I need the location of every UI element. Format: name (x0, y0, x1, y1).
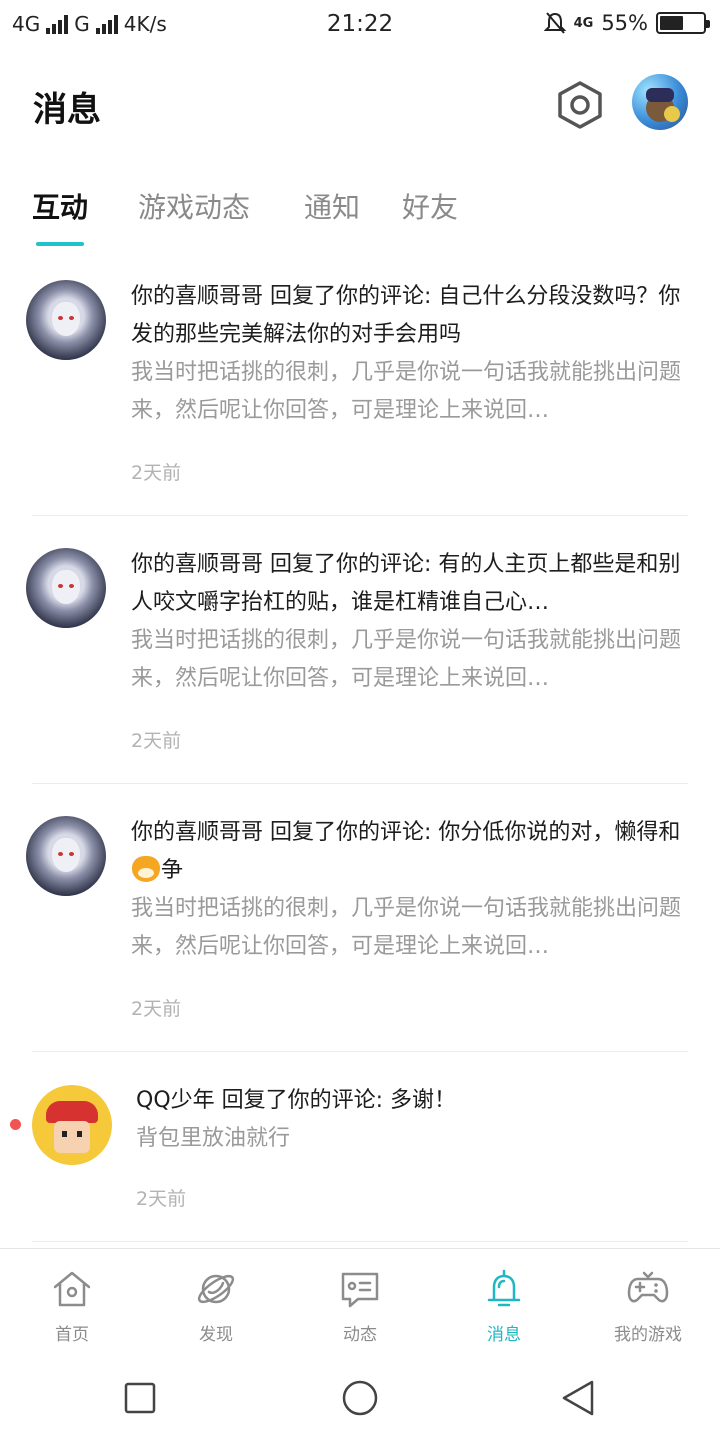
battery-icon (656, 12, 710, 34)
gamepad-icon (627, 1271, 669, 1303)
message-preview: 我当时把话挑的很刺，几乎是你说一句话我就能挑出问题来，然后呢让你回答，可是理论上… (131, 360, 682, 423)
square-icon (124, 1382, 156, 1414)
message-time: 2天前 (131, 998, 182, 1020)
message-headline: 你的喜顺哥哥 回复了你的评论: 你分低你说的对，懒得和争 (131, 814, 687, 890)
system-status: 4G 55% (543, 11, 710, 35)
message-preview: 我当时把话挑的很刺，几乎是你说一句话我就能挑出问题来，然后呢让你回答，可是理论上… (131, 628, 682, 691)
message-content: 你的喜顺哥哥 回复了你的评论: 有的人主页上都些是和别人咬文嚼字抬杠的贴，谁是杠… (131, 546, 687, 698)
message-headline: 你的喜顺哥哥 回复了你的评论: 有的人主页上都些是和别人咬文嚼字抬杠的贴，谁是杠… (131, 552, 681, 615)
nav-messages[interactable]: 消息 (432, 1249, 576, 1355)
nav-feed[interactable]: 动态 (288, 1249, 432, 1355)
battery-percent: 55% (601, 11, 648, 35)
tab-bar: 互动 游戏动态 通知 好友 (0, 180, 720, 250)
headline-text-end: 争 (161, 858, 184, 883)
nav-home[interactable]: 首页 (0, 1249, 144, 1355)
tab-notifications[interactable]: 通知 (304, 186, 360, 226)
message-content: 你的喜顺哥哥 回复了你的评论: 你分低你说的对，懒得和争 我当时把话挑的很刺，几… (131, 814, 687, 966)
hexagon-settings-icon (558, 81, 602, 129)
circle-icon (342, 1380, 378, 1416)
nav-label: 我的游戏 (614, 1325, 682, 1345)
network-type-3: 4G (573, 15, 594, 31)
bottom-nav: 首页 发现 动态 消息 我的游戏 (0, 1248, 720, 1354)
mute-bell-icon (543, 12, 566, 34)
message-item[interactable]: 你的喜顺哥哥 回复了你的评论: 有的人主页上都些是和别人咬文嚼字抬杠的贴，谁是杠… (0, 546, 720, 784)
message-item[interactable]: 你的喜顺哥哥 回复了你的评论: 自己什么分段没数吗？你发的那些完美解法你的对手会… (0, 278, 720, 516)
nav-discover[interactable]: 发现 (144, 1249, 288, 1355)
home-button[interactable] (330, 1368, 390, 1428)
message-time: 2天前 (131, 462, 182, 484)
bell-icon (487, 1269, 521, 1307)
page-title: 消息 (33, 90, 101, 130)
divider (32, 1241, 688, 1242)
divider (32, 1051, 688, 1052)
home-icon (53, 1271, 91, 1307)
divider (32, 783, 688, 784)
planet-icon (197, 1274, 235, 1304)
tab-game-updates[interactable]: 游戏动态 (138, 186, 250, 226)
system-navigation-bar (0, 1354, 720, 1440)
user-avatar[interactable] (632, 74, 688, 130)
back-button[interactable] (548, 1368, 608, 1428)
message-content: 你的喜顺哥哥 回复了你的评论: 自己什么分段没数吗？你发的那些完美解法你的对手会… (131, 278, 687, 430)
message-headline: 你的喜顺哥哥 回复了你的评论: 自己什么分段没数吗？你发的那些完美解法你的对手会… (131, 284, 681, 347)
tab-friends[interactable]: 好友 (402, 186, 458, 226)
message-time: 2天前 (131, 730, 182, 752)
message-time: 2天前 (136, 1188, 187, 1210)
recent-apps-button[interactable] (110, 1368, 170, 1428)
avatar-art (646, 88, 680, 122)
settings-button[interactable] (556, 80, 604, 130)
tab-interaction[interactable]: 互动 (32, 186, 88, 226)
nav-label: 首页 (55, 1325, 89, 1345)
message-content: QQ少年 回复了你的评论: 多谢！ 背包里放油就行 (136, 1082, 692, 1158)
nav-label: 发现 (199, 1325, 233, 1345)
dog-emoji-icon (132, 856, 160, 882)
feed-icon (341, 1272, 379, 1308)
nav-label: 消息 (487, 1325, 521, 1345)
sender-avatar[interactable] (32, 1085, 112, 1165)
message-item[interactable]: 你的喜顺哥哥 回复了你的评论: 你分低你说的对，懒得和争 我当时把话挑的很刺，几… (0, 814, 720, 1052)
headline-text: 你的喜顺哥哥 回复了你的评论: 你分低你说的对，懒得和 (131, 820, 681, 845)
status-bar: 4G G 4K/s 21:22 4G 55% (0, 0, 720, 50)
message-preview: 我当时把话挑的很刺，几乎是你说一句话我就能挑出问题来，然后呢让你回答，可是理论上… (131, 896, 682, 959)
divider (32, 515, 688, 516)
sender-avatar[interactable] (26, 816, 106, 896)
message-preview: 背包里放油就行 (136, 1126, 291, 1151)
message-item[interactable]: QQ少年 回复了你的评论: 多谢！ 背包里放油就行 2天前 (0, 1082, 720, 1242)
sender-avatar[interactable] (26, 280, 106, 360)
unread-dot (10, 1119, 21, 1130)
nav-my-games[interactable]: 我的游戏 (576, 1249, 720, 1355)
message-headline: QQ少年 回复了你的评论: 多谢！ (136, 1088, 457, 1113)
active-tab-indicator (36, 242, 84, 246)
back-triangle-icon (562, 1380, 594, 1416)
nav-label: 动态 (343, 1325, 377, 1345)
sender-avatar[interactable] (26, 548, 106, 628)
